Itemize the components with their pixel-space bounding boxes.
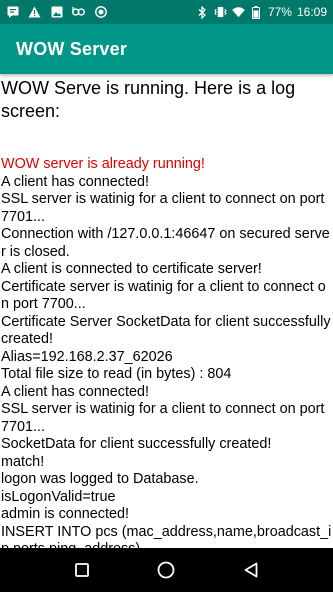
warning-icon — [28, 6, 41, 19]
log-line: logon was logged to Database. — [1, 471, 199, 487]
notification-icons — [6, 6, 107, 19]
battery-icon — [250, 5, 263, 19]
status-bar: 77% 16:09 — [0, 0, 333, 24]
recents-button[interactable] — [62, 550, 102, 590]
log-line: Certificate Server SocketData for client… — [1, 313, 331, 348]
log-line: A client has connected! — [1, 383, 150, 400]
page-heading: WOW Serve is running. Here is a log scre… — [1, 78, 296, 121]
back-triangle-icon — [244, 562, 258, 578]
battery-percent: 77% — [267, 5, 292, 19]
bluetooth-icon — [196, 5, 209, 19]
log-list: WOW server is already running! A client h… — [1, 156, 332, 548]
log-line: isLogonValid=true — [1, 488, 116, 505]
log-line-error: WOW server is already running! — [1, 156, 205, 172]
image-icon — [50, 6, 63, 19]
log-line: INSERT INTO pcs (mac_address,name,broadc… — [1, 523, 332, 549]
app-bar: WOW Server — [0, 24, 333, 74]
log-line: admin is connected! — [1, 506, 129, 522]
wifi-icon — [232, 6, 245, 19]
bo-app-icon — [72, 6, 85, 19]
log-line: Total file size to read (in bytes) : 804 — [1, 366, 232, 382]
log-line: A client has connected! — [1, 173, 150, 190]
navigation-bar — [0, 548, 333, 592]
log-line: SocketData for client successfully creat… — [1, 436, 272, 452]
log-line: Connection with /127.0.0.1:46647 on secu… — [1, 226, 330, 260]
app-title: WOW Server — [16, 38, 128, 59]
recents-square-icon — [75, 563, 90, 577]
vibrate-icon — [214, 6, 227, 19]
log-line: SSL server is watinig for a client to co… — [1, 191, 325, 225]
record-icon — [94, 6, 107, 19]
log-line: match! — [1, 453, 45, 470]
log-line: Alias=192.168.2.37_62026 — [1, 348, 173, 365]
log-line: Certificate server is watinig for a clie… — [1, 278, 326, 313]
log-screen[interactable]: WOW Serve is running. Here is a log scre… — [0, 74, 333, 548]
clock: 16:09 — [296, 5, 327, 19]
log-line: SSL server is watinig for a client to co… — [1, 401, 325, 435]
home-circle-icon — [158, 561, 175, 579]
log-line: A client is connected to certificate ser… — [1, 261, 262, 277]
system-icons: 77% 16:09 — [196, 5, 327, 19]
home-button[interactable] — [146, 550, 186, 590]
back-button[interactable] — [231, 550, 271, 590]
message-icon — [6, 6, 19, 19]
